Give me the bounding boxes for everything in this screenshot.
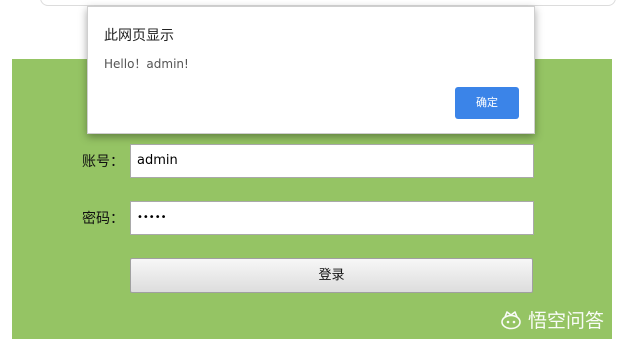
dialog-message: Hello！admin! (104, 57, 189, 71)
password-label: 密码： (82, 211, 124, 227)
alert-dialog: 此网页显示 Hello！admin! 确定 (87, 6, 535, 134)
password-input[interactable]: ••••• (130, 201, 534, 235)
username-label: 账号： (82, 154, 124, 170)
watermark-text: 悟空问答 (527, 310, 604, 332)
login-button[interactable]: 登录 (130, 258, 533, 293)
browser-page: 悟空问答 账号： admin 密码： ••••• 登录 此网页显示 Hello！… (0, 0, 624, 351)
username-input[interactable]: admin (130, 144, 534, 178)
dialog-title: 此网页显示 (104, 28, 174, 44)
dialog-ok-button[interactable]: 确定 (455, 87, 519, 119)
wukong-watermark: 悟空问答 (500, 306, 604, 333)
wukong-logo-icon (501, 310, 521, 329)
